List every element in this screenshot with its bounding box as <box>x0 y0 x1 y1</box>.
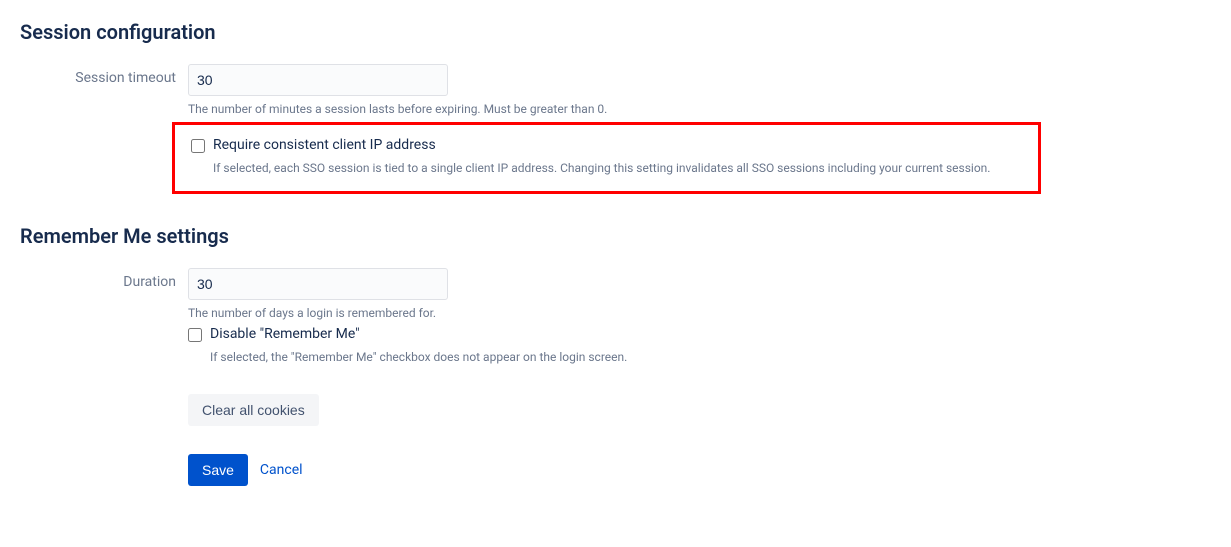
disable-remember-me-checkbox[interactable] <box>188 328 202 342</box>
require-ip-help: If selected, each SSO session is tied to… <box>213 159 1022 177</box>
duration-help: The number of days a login is remembered… <box>188 304 1211 322</box>
save-button[interactable]: Save <box>188 454 248 486</box>
cancel-link[interactable]: Cancel <box>260 462 303 478</box>
session-timeout-row: Session timeout The number of minutes a … <box>20 64 1211 118</box>
duration-row: Duration The number of days a login is r… <box>20 268 1211 322</box>
require-ip-checkbox[interactable] <box>191 139 205 153</box>
session-config-heading: Session configuration <box>20 20 1211 44</box>
action-buttons-row: Save Cancel <box>188 454 1211 486</box>
session-timeout-input[interactable] <box>188 64 448 96</box>
require-ip-highlight-box: Require consistent client IP address If … <box>172 122 1041 194</box>
disable-remember-me-row: Disable "Remember Me" If selected, the "… <box>188 326 1211 366</box>
session-timeout-label: Session timeout <box>20 64 188 86</box>
remember-me-heading: Remember Me settings <box>20 224 1211 248</box>
session-timeout-help: The number of minutes a session lasts be… <box>188 100 1211 118</box>
require-ip-label[interactable]: Require consistent client IP address <box>213 137 436 153</box>
duration-label: Duration <box>20 268 188 290</box>
remember-me-section: Remember Me settings Duration The number… <box>20 224 1211 486</box>
disable-remember-me-help: If selected, the "Remember Me" checkbox … <box>210 348 1211 366</box>
clear-all-cookies-button[interactable]: Clear all cookies <box>188 394 319 426</box>
session-configuration-section: Session configuration Session timeout Th… <box>20 20 1211 194</box>
duration-input[interactable] <box>188 268 448 300</box>
disable-remember-me-label[interactable]: Disable "Remember Me" <box>210 326 360 342</box>
